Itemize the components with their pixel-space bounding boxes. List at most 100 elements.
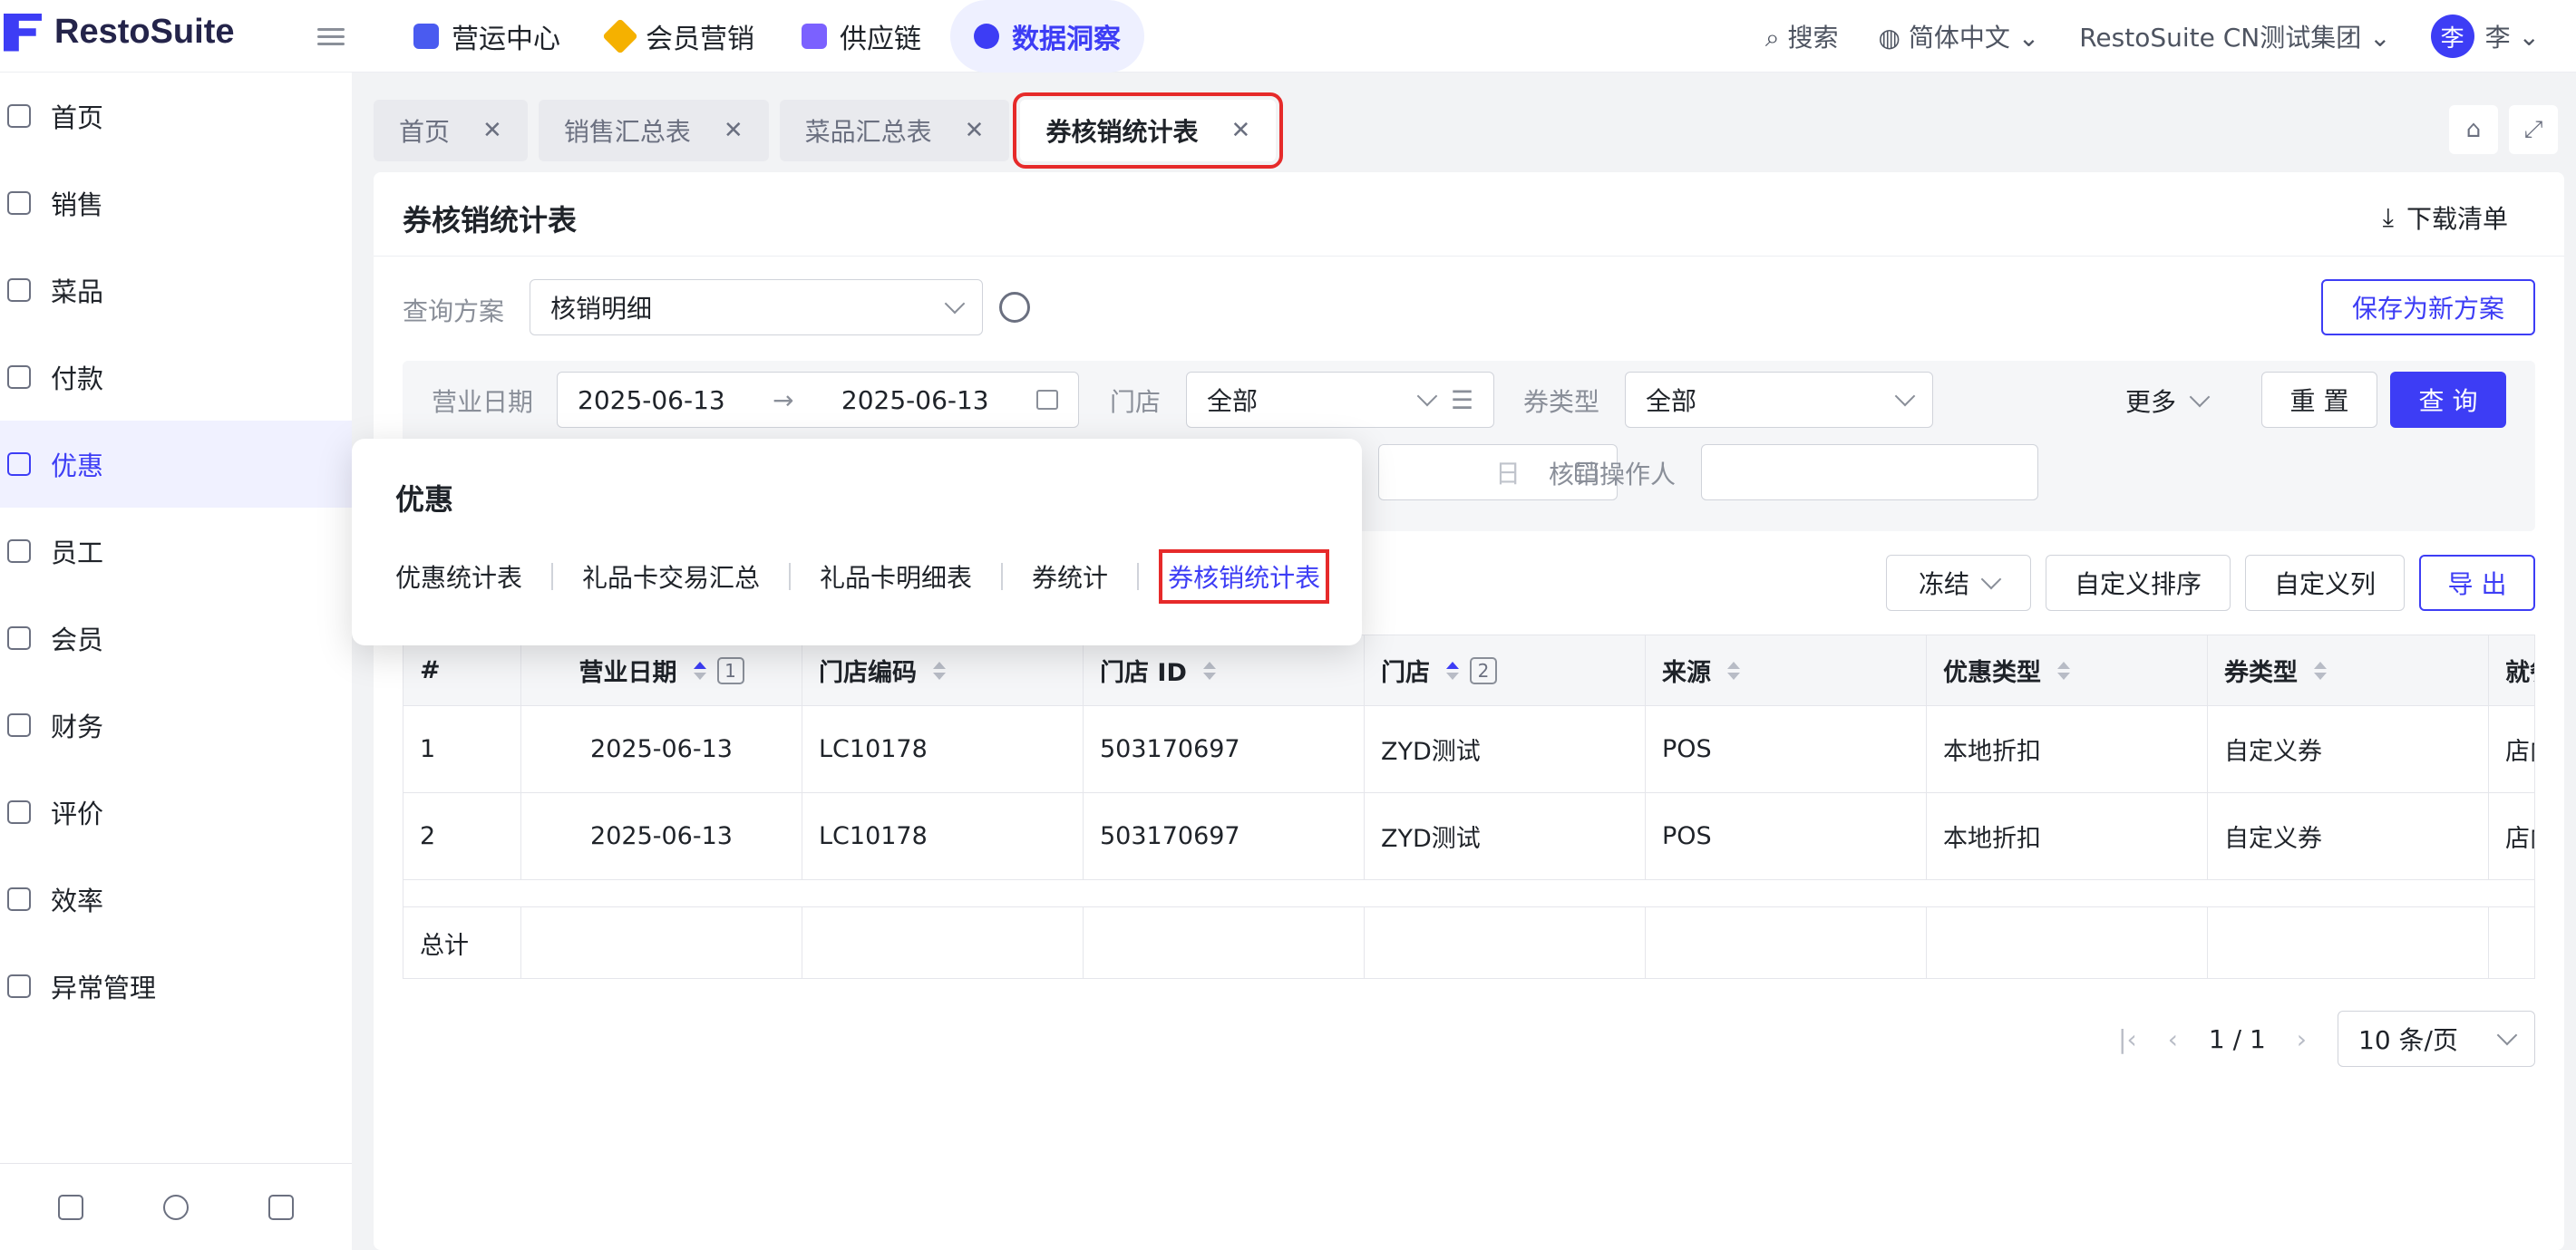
export-button[interactable]: 导 出: [2419, 555, 2535, 611]
column-header-source[interactable]: 来源: [1646, 635, 1927, 705]
sort-icon[interactable]: [2314, 661, 2327, 680]
popup-link-coupon-stats[interactable]: 券统计: [1032, 558, 1108, 595]
discount-submenu-popup: 优惠 优惠统计表 礼品卡交易汇总 礼品卡明细表 券统计 券核销统计表: [352, 439, 1362, 645]
filter-settings-icon[interactable]: ☰: [1451, 385, 1473, 415]
sidebar-item-sales[interactable]: 销售: [0, 160, 352, 247]
column-header-date[interactable]: 营业日期 1: [521, 635, 802, 705]
page-size-select[interactable]: 10 条/页: [2338, 1011, 2535, 1067]
popup-link-giftcard-detail[interactable]: 礼品卡明细表: [820, 558, 972, 595]
tab-home[interactable]: 首页 ✕: [374, 100, 528, 161]
header-label: 券类型: [2224, 659, 2298, 687]
topnav-item-supply-chain[interactable]: 供应链: [778, 0, 945, 73]
menu-collapse-icon[interactable]: [317, 24, 345, 49]
top-nav: 营运中心 会员营销 供应链 数据洞察: [390, 0, 1144, 73]
store-select[interactable]: 全部 ☰: [1186, 372, 1494, 428]
sort-icon[interactable]: [933, 661, 946, 680]
sort-icon[interactable]: [1727, 661, 1740, 680]
sidebar-item-payment[interactable]: 付款: [0, 334, 352, 421]
user-menu[interactable]: 李 李 ⌄: [2430, 15, 2540, 58]
scheme-select[interactable]: 核销明细: [530, 279, 983, 335]
sidebar-footer: [0, 1163, 352, 1250]
sidebar-item-discount[interactable]: 优惠: [0, 421, 352, 508]
download-label: 下载清单: [2406, 204, 2508, 234]
table-cell: [1646, 907, 1927, 978]
sidebar-item-label: 首页: [51, 102, 104, 133]
prev-page-icon[interactable]: ‹: [2168, 1024, 2178, 1054]
chevron-down-icon: ⌄: [2369, 23, 2391, 53]
next-page-icon[interactable]: ›: [2297, 1024, 2307, 1054]
store-icon[interactable]: ⌂: [2449, 105, 2498, 154]
custom-columns-button[interactable]: 自定义列: [2245, 555, 2405, 611]
tab-label: 首页: [399, 117, 451, 147]
popup-link-discount-stats[interactable]: 优惠统计表: [395, 558, 522, 595]
popup-links: 优惠统计表 礼品卡交易汇总 礼品卡明细表 券统计 券核销统计表: [395, 549, 1330, 604]
sidebar-item-dish[interactable]: 菜品: [0, 247, 352, 334]
coupon-type-select[interactable]: 全部: [1625, 372, 1933, 428]
reset-button[interactable]: 重 置: [2261, 372, 2377, 428]
finance-icon: [7, 713, 31, 737]
sidebar-item-staff[interactable]: 员工: [0, 508, 352, 595]
chevron-down-icon: [2189, 386, 2211, 408]
partial-placeholder: 日: [1494, 459, 1521, 489]
fullscreen-icon[interactable]: ⤢: [2509, 105, 2558, 154]
sort-icon[interactable]: [693, 661, 706, 680]
column-header-dining[interactable]: 就餐: [2489, 635, 2534, 705]
operator-input[interactable]: [1701, 444, 2038, 500]
column-header-store-code[interactable]: 门店编码: [802, 635, 1084, 705]
gear-icon[interactable]: [999, 292, 1030, 323]
sidebar-item-member[interactable]: 会员: [0, 595, 352, 682]
close-icon[interactable]: ✕: [965, 117, 985, 144]
sidebar-item-exception[interactable]: 异常管理: [0, 943, 352, 1030]
download-center-icon[interactable]: [58, 1194, 83, 1220]
table-row[interactable]: 1 2025-06-13 LC10178 503170697 ZYD测试 POS…: [403, 706, 2534, 793]
custom-sort-button[interactable]: 自定义排序: [2046, 555, 2231, 611]
coupon-type-value: 全部: [1646, 386, 1697, 416]
sidebar-item-review[interactable]: 评价: [0, 769, 352, 856]
freeze-button[interactable]: 冻结: [1886, 555, 2031, 611]
close-icon[interactable]: ✕: [724, 117, 744, 144]
language-selector[interactable]: ◍ 简体中文 ⌄: [1878, 18, 2039, 54]
popup-link-giftcard-summary[interactable]: 礼品卡交易汇总: [582, 558, 760, 595]
topnav-label: 会员营销: [646, 24, 754, 55]
query-button[interactable]: 查 询: [2390, 372, 2506, 428]
tab-sales-summary[interactable]: 销售汇总表 ✕: [538, 100, 769, 161]
org-selector[interactable]: RestoSuite CN测试集团 ⌄: [2079, 18, 2390, 54]
tab-coupon-redemption[interactable]: 券核销统计表 ✕: [1013, 92, 1284, 169]
sort-order-badge: 2: [1470, 656, 1497, 684]
close-icon[interactable]: ✕: [482, 117, 502, 144]
download-list-button[interactable]: ⤓ 下载清单: [2383, 199, 2508, 236]
column-header-store-id[interactable]: 门店 ID: [1084, 635, 1365, 705]
supply-chain-icon: [802, 24, 827, 49]
payment-icon: [7, 365, 31, 389]
help-icon[interactable]: [163, 1194, 189, 1220]
search-button[interactable]: ⌕ 搜索: [1765, 18, 1839, 54]
top-header: RestoSuite 营运中心 会员营销 供应链 数据洞察 ⌕ 搜索 ◍ 简体中…: [0, 0, 2576, 73]
save-new-scheme-button[interactable]: 保存为新方案: [2320, 279, 2535, 335]
sidebar-item-home[interactable]: 首页: [0, 73, 352, 160]
brand[interactable]: RestoSuite: [4, 13, 234, 52]
more-filters-button[interactable]: 更多: [2125, 383, 2211, 419]
first-page-icon[interactable]: |‹: [2118, 1024, 2137, 1054]
topnav-item-operations[interactable]: 营运中心: [390, 0, 584, 73]
date-range-picker[interactable]: 2025-06-13 → 2025-06-13: [557, 372, 1079, 428]
column-header-coupon-type[interactable]: 券类型: [2208, 635, 2489, 705]
column-header-store[interactable]: 门店 2: [1365, 635, 1646, 705]
topnav-item-member-marketing[interactable]: 会员营销: [584, 0, 778, 73]
sort-icon[interactable]: [1202, 661, 1216, 680]
message-icon[interactable]: [268, 1194, 294, 1220]
close-icon[interactable]: ✕: [1230, 117, 1250, 144]
sidebar-item-finance[interactable]: 财务: [0, 682, 352, 769]
table-row[interactable]: 2 2025-06-13 LC10178 503170697 ZYD测试 POS…: [403, 793, 2534, 880]
topnav-item-data-insight[interactable]: 数据洞察: [950, 0, 1144, 73]
column-header-index: #: [403, 635, 521, 705]
discount-icon: [7, 452, 31, 476]
sort-icon[interactable]: [1446, 661, 1459, 680]
sort-icon[interactable]: [2057, 661, 2070, 680]
sidebar-item-efficiency[interactable]: 效率: [0, 856, 352, 943]
popup-link-coupon-redemption[interactable]: 券核销统计表: [1159, 549, 1330, 604]
column-header-discount-type[interactable]: 优惠类型: [1927, 635, 2208, 705]
tab-dish-summary[interactable]: 菜品汇总表 ✕: [779, 100, 1010, 161]
calendar-icon: [1035, 390, 1058, 410]
sidebar-item-label: 异常管理: [51, 973, 157, 1003]
dish-icon: [7, 278, 31, 302]
